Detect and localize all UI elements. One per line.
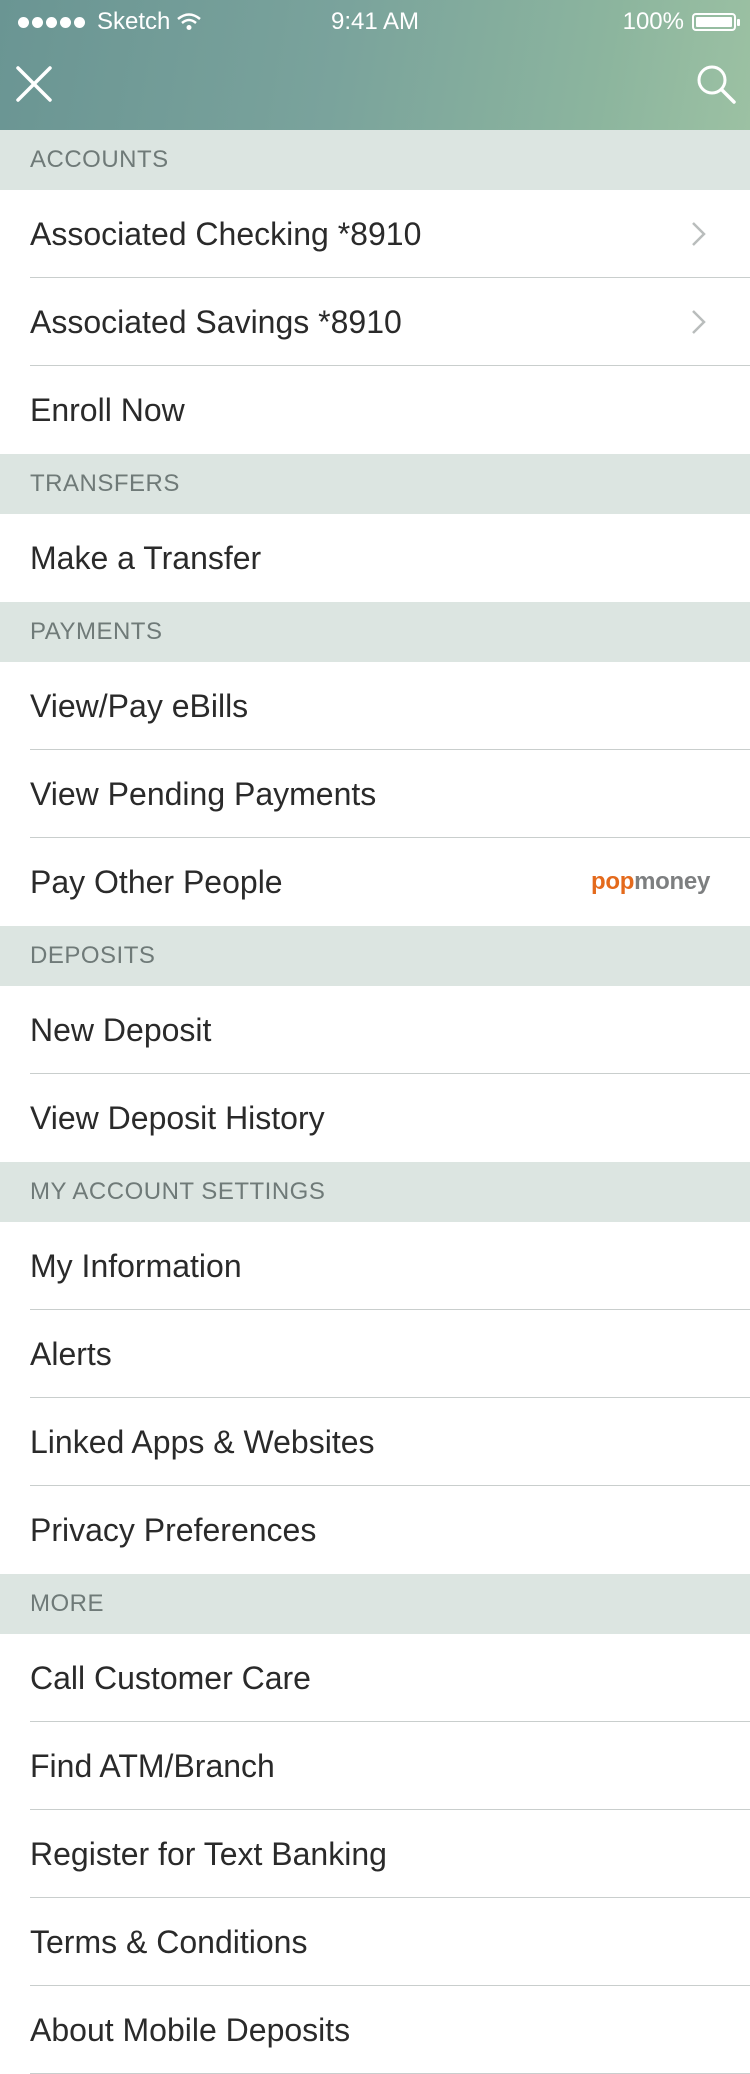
app-header: Sketch 9:41 AM 100% [0,0,750,130]
menu-item-register-text-banking[interactable]: Register for Text Banking [0,1810,750,1898]
section-header-my-account-settings: MY ACCOUNT SETTINGS [0,1162,750,1222]
menu-item-terms-conditions[interactable]: Terms & Conditions [0,1898,750,1986]
menu-item-label: View Deposit History [30,1099,325,1136]
battery-icon [692,13,740,31]
menu-item-label: Enroll Now [30,391,185,428]
menu-item-label: Find ATM/Branch [30,1747,275,1784]
menu-item-label: Pay Other People [30,863,283,900]
menu-item-label: About Mobile Deposits [30,2011,351,2048]
menu-item-label: Linked Apps & Websites [30,1423,375,1460]
chevron-right-icon [692,310,706,334]
section-header-more: MORE [0,1574,750,1634]
section-header-accounts: ACCOUNTS [0,130,750,190]
menu-item-label: View Pending Payments [30,775,377,812]
menu-item-view-pending-payments[interactable]: View Pending Payments [0,750,750,838]
menu-item-find-atm-branch[interactable]: Find ATM/Branch [0,1722,750,1810]
menu-item-privacy-preferences[interactable]: Privacy Preferences [0,1486,750,1574]
menu-item-label: Make a Transfer [30,539,262,576]
close-icon [16,66,52,102]
section-header-deposits: DEPOSITS [0,926,750,986]
close-button[interactable] [12,62,56,106]
menu-item-enroll-now[interactable]: Enroll Now [0,366,750,454]
menu-item-pay-other-people[interactable]: Pay Other People popmoney [0,838,750,926]
menu-item-make-a-transfer[interactable]: Make a Transfer [0,514,750,602]
menu-item-linked-apps[interactable]: Linked Apps & Websites [0,1398,750,1486]
menu-item-new-deposit[interactable]: New Deposit [0,986,750,1074]
menu-item-label: Terms & Conditions [30,1923,308,1960]
search-icon [697,65,736,104]
chevron-right-icon [692,222,706,246]
menu-item-label: Register for Text Banking [30,1835,387,1872]
menu-item-label: My Information [30,1247,242,1284]
menu-item-call-customer-care[interactable]: Call Customer Care [0,1634,750,1722]
menu-item-associated-checking[interactable]: Associated Checking *8910 [0,190,750,278]
menu-item-view-pay-ebills[interactable]: View/Pay eBills [0,662,750,750]
menu-item-label: Call Customer Care [30,1659,311,1696]
section-header-payments: PAYMENTS [0,602,750,662]
popmoney-logo: popmoney [591,868,710,895]
menu-item-alerts[interactable]: Alerts [0,1310,750,1398]
menu-item-view-deposit-history[interactable]: View Deposit History [0,1074,750,1162]
menu-item-my-information[interactable]: My Information [0,1222,750,1310]
menu-item-label: Alerts [30,1335,112,1372]
search-button[interactable] [694,62,738,106]
battery-percent: 100% [622,8,684,35]
section-header-transfers: TRANSFERS [0,454,750,514]
menu-item-label: View/Pay eBills [30,687,249,724]
menu-item-label: Associated Savings *8910 [30,303,402,340]
menu-item-associated-savings[interactable]: Associated Savings *8910 [0,278,750,366]
menu-item-label: New Deposit [30,1011,212,1048]
menu-item-about-mobile-deposits[interactable]: About Mobile Deposits [0,1986,750,2074]
menu-item-label: Privacy Preferences [30,1511,317,1548]
battery-area: 100% [622,8,740,36]
status-bar: Sketch 9:41 AM 100% [0,0,750,44]
menu-item-label: Associated Checking *8910 [30,215,422,252]
